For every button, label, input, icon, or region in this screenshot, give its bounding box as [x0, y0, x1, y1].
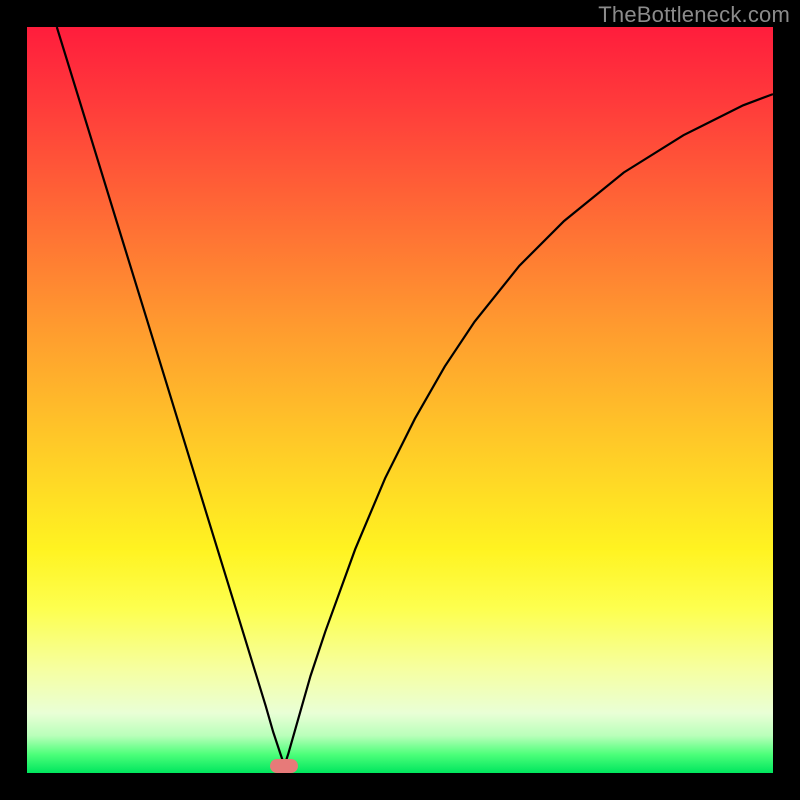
chart-frame: TheBottleneck.com	[0, 0, 800, 800]
curve-layer	[27, 27, 773, 773]
optimum-marker	[270, 759, 298, 773]
plot-area	[27, 27, 773, 773]
watermark-text: TheBottleneck.com	[598, 2, 790, 28]
bottleneck-curve	[57, 27, 773, 766]
